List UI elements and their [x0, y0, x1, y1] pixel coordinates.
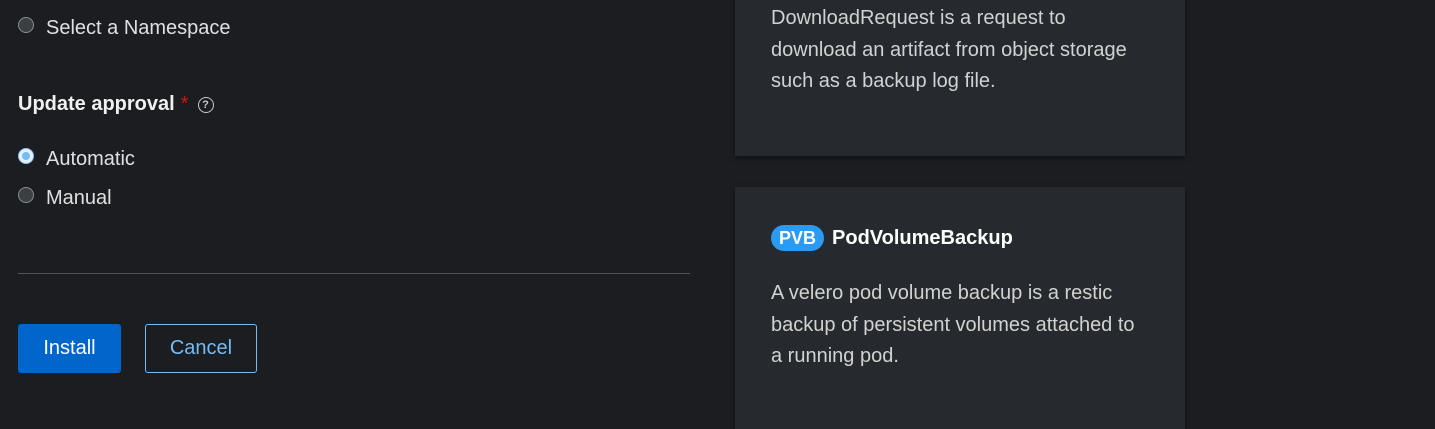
operator-install-page: Select a Namespace Update approval * ? A… [0, 0, 1435, 429]
automatic-label: Automatic [46, 147, 135, 170]
namespace-radio-option[interactable]: Select a Namespace [18, 16, 231, 40]
install-button[interactable]: Install [18, 324, 121, 373]
crd-card-pod-volume-backup: PVB PodVolumeBackup A velero pod volume … [735, 187, 1185, 429]
manual-label: Manual [46, 186, 112, 209]
approval-option-automatic[interactable]: Automatic [18, 147, 135, 171]
automatic-radio[interactable] [18, 148, 34, 164]
card-description: DownloadRequest is a request to download… [771, 7, 1127, 92]
kind-name: PodVolumeBackup [832, 226, 1013, 249]
update-approval-label: Update approval * ? [18, 93, 214, 116]
kind-badge: PVB [771, 225, 825, 251]
update-approval-text: Update approval [18, 93, 175, 115]
manual-radio[interactable] [18, 187, 34, 203]
select-namespace-label: Select a Namespace [46, 16, 231, 39]
card-title: PVB PodVolumeBackup [771, 225, 1013, 251]
approval-option-manual[interactable]: Manual [18, 186, 112, 210]
help-icon[interactable]: ? [197, 96, 214, 113]
card-description: A velero pod volume backup is a restic b… [771, 282, 1135, 367]
cancel-button[interactable]: Cancel [145, 324, 257, 373]
required-indicator: * [180, 93, 189, 115]
select-namespace-radio[interactable] [18, 17, 34, 33]
form-divider [18, 273, 690, 274]
crd-card-download-request: DownloadRequest is a request to download… [735, 0, 1185, 156]
